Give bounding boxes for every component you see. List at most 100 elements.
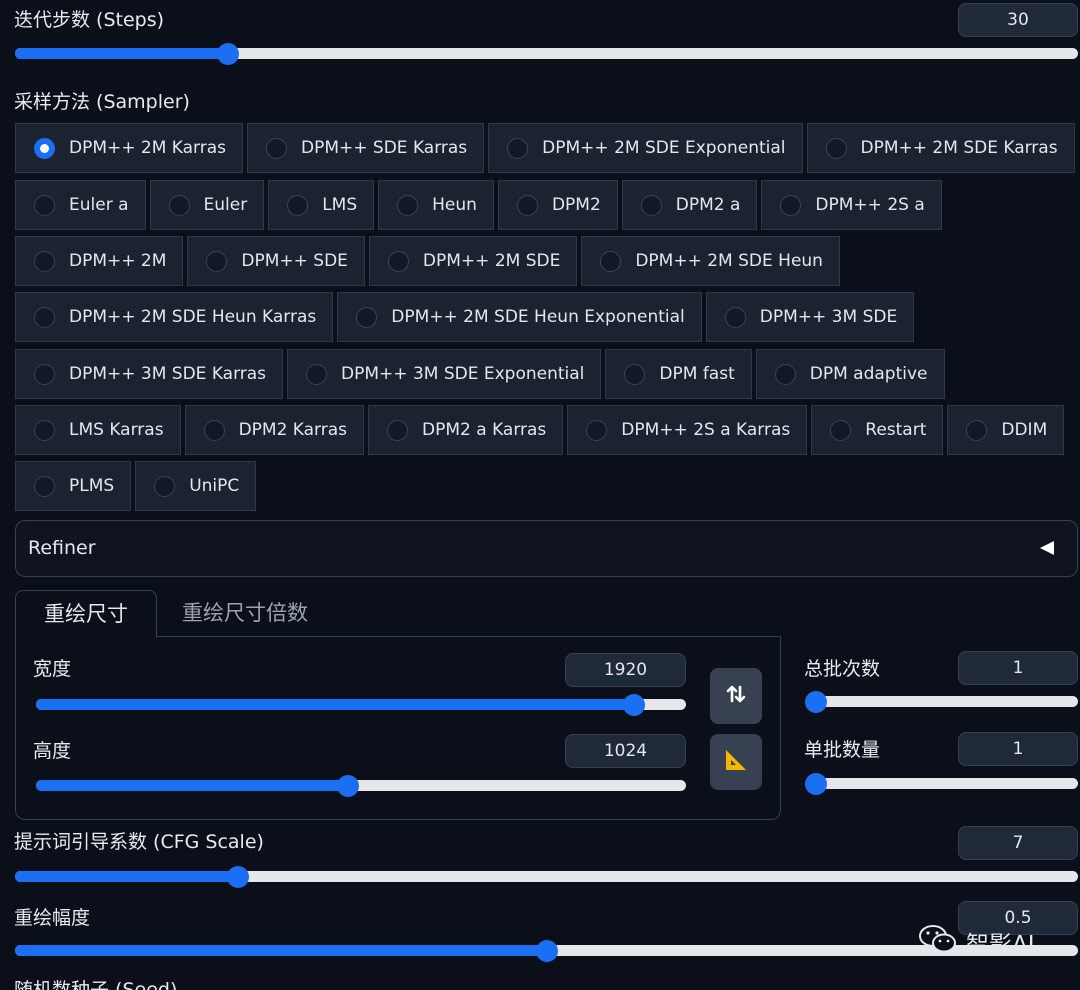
radio-circle-icon [516, 194, 538, 216]
slider-thumb[interactable] [535, 939, 558, 962]
slider-thumb[interactable] [623, 693, 645, 716]
width-label: 宽度 [33, 658, 72, 680]
radio-circle-icon [586, 419, 608, 441]
watermark: 智影AI [918, 922, 1035, 962]
sampler-option[interactable]: DPM++ 2M SDE [368, 236, 578, 286]
radio-circle-icon [168, 194, 190, 216]
slider-thumb[interactable] [805, 772, 827, 795]
sampler-option[interactable]: LMS [268, 180, 375, 230]
radio-circle-icon [966, 419, 988, 441]
slider-thumb[interactable] [805, 690, 827, 713]
width-input[interactable]: 1920 [565, 653, 686, 687]
sampler-option[interactable]: PLMS [15, 461, 132, 511]
steps-label: 迭代步数 (Steps) [14, 9, 165, 31]
radio-circle-icon [154, 475, 176, 497]
sampler-option[interactable]: DPM fast [605, 349, 752, 399]
slider-fill [15, 945, 547, 956]
height-slider[interactable] [36, 774, 686, 797]
sampler-option[interactable]: DPM++ SDE Karras [247, 123, 485, 173]
sampler-option[interactable]: DPM adaptive [755, 349, 945, 399]
height-label: 高度 [33, 740, 72, 762]
sampler-option[interactable]: LMS Karras [15, 405, 181, 455]
radio-circle-icon [387, 250, 409, 272]
steps-input[interactable]: 30 [958, 3, 1078, 37]
sampler-row: DPM++ 2M Karras DPM++ SDE Karras DPM++ 2M … [15, 123, 1079, 173]
sampler-option[interactable]: DPM++ 2M [15, 236, 184, 286]
aspect-ratio-button[interactable] [710, 734, 762, 790]
sampler-option-label: DPM++ 2M SDE Heun [635, 251, 823, 271]
sampler-option-label: Restart [865, 420, 927, 440]
sampler-option-label: LMS Karras [69, 420, 164, 440]
sampler-option[interactable]: DPM++ 2S a [761, 180, 942, 230]
sampler-option-label: DPM++ 2M SDE Exponential [542, 138, 786, 158]
sampler-option[interactable]: DPM++ 3M SDE [705, 292, 915, 342]
sampler-option[interactable]: Restart [811, 405, 944, 455]
sampler-option[interactable]: UniPC [135, 461, 257, 511]
batch-count-slider[interactable] [805, 690, 1078, 713]
radio-circle-icon [266, 137, 288, 159]
sampler-option[interactable]: Euler [149, 180, 265, 230]
refiner-accordion[interactable]: Refiner [15, 520, 1078, 577]
sampler-option[interactable]: DPM++ 2M SDE Heun Karras [15, 292, 334, 342]
sampler-option-label: DPM++ 3M SDE Exponential [341, 364, 585, 384]
sampler-option[interactable]: DPM++ 2M SDE Heun [581, 236, 840, 286]
tab-resize-scale[interactable]: 重绘尺寸倍数 [182, 590, 308, 638]
swap-dimensions-button[interactable] [710, 668, 762, 724]
radio-circle-icon [34, 194, 55, 216]
steps-slider[interactable] [15, 42, 1078, 65]
sampler-row: LMS Karras DPM2 Karras DPM2 a Karras DPM++ … [15, 405, 1068, 455]
height-input[interactable]: 1024 [565, 734, 686, 768]
width-slider[interactable] [36, 693, 686, 716]
cfg-input[interactable]: 7 [958, 826, 1078, 860]
batch-size-input[interactable]: 1 [958, 732, 1078, 766]
sampler-row: DPM++ 2M SDE Heun Karras DPM++ 2M SDE Heu… [15, 292, 918, 342]
radio-circle-icon [356, 306, 378, 328]
batch-count-input[interactable]: 1 [958, 651, 1078, 685]
slider-fill [36, 699, 634, 710]
sampler-option[interactable]: DPM++ 2S a Karras [567, 405, 808, 455]
sampler-option-label: DPM fast [659, 364, 735, 384]
radio-circle-icon [640, 194, 662, 216]
radio-circle-icon [34, 363, 55, 385]
sampler-option[interactable]: DPM++ 2M SDE Heun Exponential [337, 292, 702, 342]
sampler-row: PLMS UniPC [15, 461, 260, 511]
sampler-option-label: DPM++ 2M SDE [422, 251, 561, 271]
sampler-option-label: DPM++ 2S a [815, 195, 925, 215]
sampler-option[interactable]: DPM++ 3M SDE Karras [15, 349, 284, 399]
sampler-option[interactable]: DPM2 a Karras [368, 405, 564, 455]
cfg-label: 提示词引导系数 (CFG Scale) [14, 831, 264, 853]
sampler-option[interactable]: Euler a [15, 180, 146, 230]
radio-circle-icon [624, 363, 646, 385]
sampler-option-label: DPM adaptive [809, 364, 928, 384]
sampler-label: 采样方法 (Sampler) [14, 91, 190, 113]
radio-circle-icon [507, 137, 529, 159]
sampler-option-label: DPM2 [551, 195, 601, 215]
radio-circle-icon [774, 363, 796, 385]
sampler-option[interactable]: DPM2 [497, 180, 618, 230]
sampler-option[interactable]: DPM++ 2M SDE Karras [806, 123, 1075, 173]
sampler-option-label: Heun [432, 195, 477, 215]
tab-resize[interactable]: 重绘尺寸 [15, 590, 157, 638]
sampler-option-label: DPM++ 2M Karras [69, 138, 227, 158]
sampler-option[interactable]: DPM++ 2M Karras [15, 123, 244, 173]
sampler-option-label: DPM2 a Karras [422, 420, 547, 440]
sampler-option[interactable]: DPM2 a [621, 180, 758, 230]
slider-thumb[interactable] [227, 865, 250, 888]
sampler-option[interactable]: DPM++ 3M SDE Exponential [287, 349, 602, 399]
slider-thumb[interactable] [337, 774, 359, 797]
sampler-option[interactable]: DPM++ 2M SDE Exponential [488, 123, 803, 173]
seed-label: 随机数种子 (Seed) [14, 979, 178, 990]
radio-circle-icon [387, 419, 409, 441]
sampler-option[interactable]: DPM++ SDE [187, 236, 365, 286]
set-square-icon [723, 747, 749, 777]
sampler-option[interactable]: Heun [378, 180, 494, 230]
sampler-option-label: DPM2 Karras [238, 420, 348, 440]
radio-circle-icon [34, 419, 55, 441]
sampler-option[interactable]: DPM2 Karras [184, 405, 365, 455]
cfg-slider[interactable] [15, 865, 1078, 888]
slider-thumb[interactable] [216, 42, 239, 65]
batch-size-slider[interactable] [805, 772, 1078, 795]
sampler-option[interactable]: DDIM [947, 405, 1065, 455]
swap-arrows-icon [725, 683, 747, 709]
watermark-text: 智影AI [966, 932, 1035, 958]
